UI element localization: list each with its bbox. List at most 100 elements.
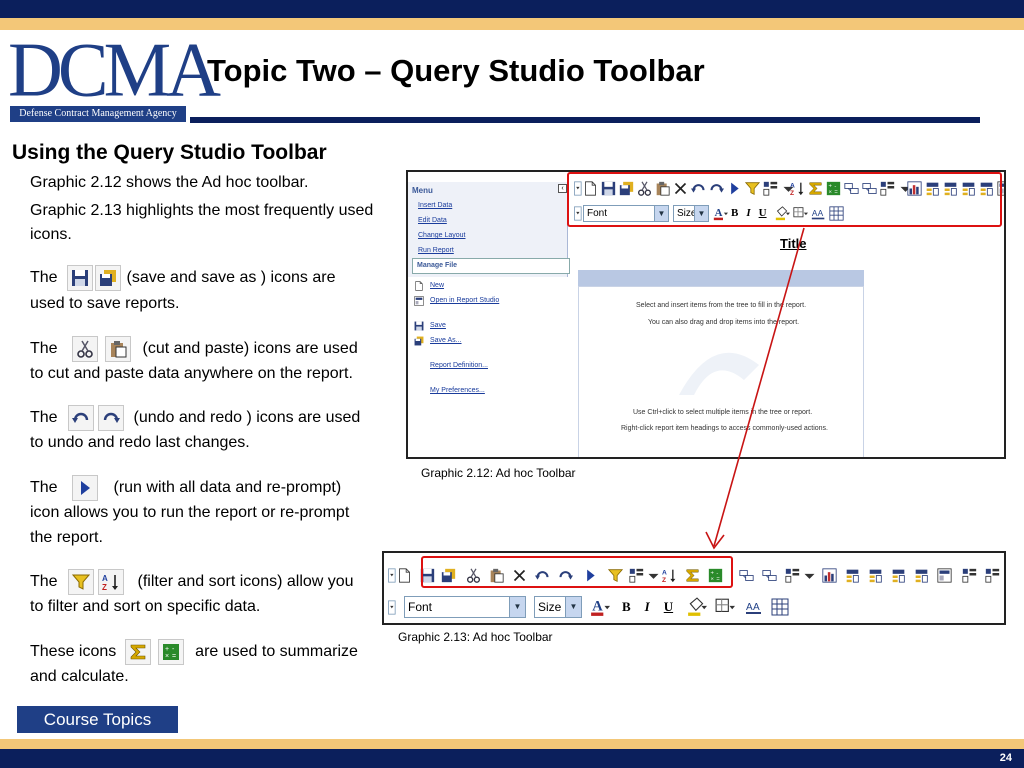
dcma-logo: DCMA Defense Contract Management Agency xyxy=(8,31,221,124)
filter-description-line2: to filter and sort on specific data. xyxy=(30,598,261,615)
report-studio-icon xyxy=(414,296,424,306)
menu-collapse-button[interactable]: ‹ xyxy=(558,184,567,193)
undo-description-line1: The (undo and redo ) icons are used xyxy=(30,405,360,431)
menu-edit-data[interactable]: Edit Data xyxy=(418,217,447,224)
new-file-icon xyxy=(414,281,424,291)
font-select[interactable]: Font ▼ xyxy=(404,596,526,618)
run-description-line2: icon allows you to run the report or re-… xyxy=(30,504,350,521)
file-report-definition[interactable]: Report Definition... xyxy=(430,362,488,369)
summarize-description-line1: These icons are used to summarize xyxy=(30,639,358,665)
ungroup-icon[interactable] xyxy=(762,568,777,583)
run-text1: (run with all data and re-prompt) xyxy=(113,479,342,497)
new-icon[interactable] xyxy=(397,568,412,583)
bottom-navy-band xyxy=(0,749,1024,768)
fill-color-icon[interactable] xyxy=(687,597,707,617)
menu-change-layout[interactable]: Change Layout xyxy=(418,232,465,239)
cut-icon xyxy=(72,336,99,362)
file-save-icon xyxy=(414,321,424,331)
summarize-text1: are used to summarize xyxy=(195,643,358,661)
menu-run-report[interactable]: Run Report xyxy=(418,247,454,254)
swap-icon[interactable] xyxy=(891,568,906,583)
cut-lead: The xyxy=(30,340,58,358)
run-description-line3: the report. xyxy=(30,529,103,546)
save-description-line2: used to save reports. xyxy=(30,295,180,312)
filter-lead: The xyxy=(30,573,58,591)
logo-subtitle: Defense Contract Management Agency xyxy=(10,106,186,122)
save-description-line1: The (save and save as ) icons are xyxy=(30,265,335,291)
summarize-description-line2: and calculate. xyxy=(30,668,129,685)
filter-text1: (filter and sort icons) allow you xyxy=(137,573,354,591)
collapse-group-icon[interactable] xyxy=(868,568,883,583)
paste-icon xyxy=(105,336,132,362)
italic-button[interactable]: I xyxy=(645,599,650,615)
graphic-213-caption: Graphic 2.13: Ad hoc Toolbar xyxy=(398,630,553,644)
left-align-icon[interactable] xyxy=(962,568,977,583)
menu-insert-data[interactable]: Insert Data xyxy=(418,202,452,209)
chart-icon[interactable] xyxy=(822,568,837,583)
toolbar-grip-icon xyxy=(386,568,394,583)
filter-icon xyxy=(68,569,95,595)
run-icon xyxy=(72,475,99,501)
border-icon[interactable] xyxy=(715,597,735,617)
header-footer-icon[interactable] xyxy=(914,568,929,583)
graphic-213-toolbar-row2: Font ▼ Size ▼ B I U xyxy=(386,594,792,620)
summarize-icon xyxy=(124,639,151,665)
bottom-gold-band xyxy=(0,739,1024,749)
section-icon[interactable] xyxy=(845,568,860,583)
pivot-icon[interactable] xyxy=(785,568,800,583)
toolbar-highlight-213 xyxy=(421,556,733,588)
manage-file-label: Manage File xyxy=(417,262,458,269)
menu-panel: Menu Insert Data Edit Data Change Layout… xyxy=(408,182,570,457)
connector-arrow xyxy=(705,227,805,550)
run-lead: The xyxy=(30,479,58,497)
right-align-icon[interactable] xyxy=(985,568,1000,583)
undo-text1: (undo and redo ) icons are used xyxy=(133,409,361,427)
file-open-report-studio[interactable]: Open in Report Studio xyxy=(430,297,499,304)
chevron-down-icon[interactable] xyxy=(802,568,810,583)
toolbar-highlight-212 xyxy=(567,172,1002,227)
save-icon xyxy=(67,265,94,291)
para-graphic-212: Graphic 2.12 shows the Ad hoc toolbar. xyxy=(30,174,309,191)
cut-text1: (cut and paste) icons are used xyxy=(142,340,358,358)
file-save-as-icon xyxy=(414,336,424,346)
manage-file-header[interactable]: Manage File xyxy=(412,258,570,274)
top-navy-band xyxy=(0,0,1024,18)
cut-description-line1: The (cut and paste) icons are used xyxy=(30,336,358,362)
file-save[interactable]: Save xyxy=(430,322,446,329)
font-select-value: Font xyxy=(408,600,433,614)
size-select[interactable]: Size ▼ xyxy=(534,596,582,618)
title-divider xyxy=(190,117,980,123)
logo-letters: DCMA xyxy=(8,27,221,113)
section-heading: Using the Query Studio Toolbar xyxy=(12,141,327,164)
redo-icon xyxy=(98,405,125,431)
save-lead: The xyxy=(30,269,58,287)
cut-description-line2: to cut and paste data anywhere on the re… xyxy=(30,365,353,382)
filter-description-line1: The (filter and sort icons) allow you xyxy=(30,569,354,595)
save-as-icon xyxy=(95,265,122,291)
menu-title: Menu xyxy=(412,186,433,195)
summarize-lead: These icons xyxy=(30,643,117,661)
font-color-icon[interactable] xyxy=(590,597,610,617)
undo-icon xyxy=(68,405,95,431)
course-topics-button[interactable]: Course Topics xyxy=(17,706,178,733)
chevron-down-icon: ▼ xyxy=(565,597,581,617)
sort-icon xyxy=(98,569,125,595)
para-graphic-213-line2: icons. xyxy=(30,226,72,243)
file-save-as[interactable]: Save As... xyxy=(430,337,462,344)
save-text1: (save and save as ) icons are xyxy=(126,269,336,287)
toolbar-grip-icon xyxy=(386,600,394,615)
calculate-icon xyxy=(157,639,184,665)
size-select-value: Size xyxy=(538,600,562,614)
graphic-212-caption: Graphic 2.12: Ad hoc Toolbar xyxy=(421,466,576,480)
underline-button[interactable]: U xyxy=(664,599,673,615)
run-description-line1: The (run with all data and re-prompt) xyxy=(30,475,341,501)
layout-icon[interactable] xyxy=(937,568,952,583)
undo-lead: The xyxy=(30,409,58,427)
file-new[interactable]: New xyxy=(430,282,444,289)
slide-title: Topic Two – Query Studio Toolbar xyxy=(207,53,705,88)
file-my-preferences[interactable]: My Preferences... xyxy=(430,387,485,394)
style-icon[interactable] xyxy=(745,598,763,616)
bold-button[interactable]: B xyxy=(622,599,631,615)
group-icon[interactable] xyxy=(739,568,754,583)
table-icon[interactable] xyxy=(771,598,789,616)
